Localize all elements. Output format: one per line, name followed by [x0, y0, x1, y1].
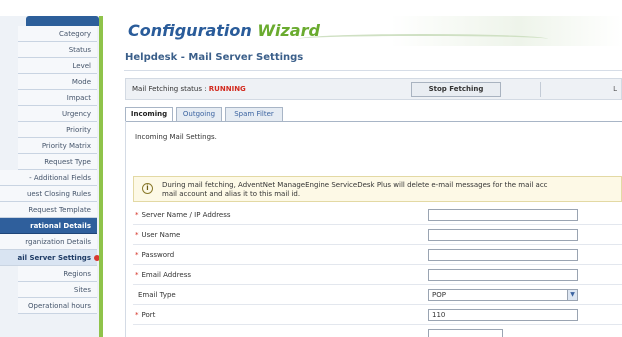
server-name-label: * Server Name / IP Address: [135, 211, 231, 219]
status-trailing-text: L: [613, 85, 617, 93]
sidebar-item-label: Operational hours: [28, 302, 91, 310]
sidebar-item-label: Priority: [66, 126, 91, 134]
status-divider: [540, 82, 541, 97]
sidebar-item-label: Level: [72, 62, 91, 70]
sidebar-item-priority-matrix[interactable]: Priority Matrix: [18, 138, 97, 154]
status-label: Mail Fetching status : RUNNING: [132, 85, 246, 93]
required-marker: *: [135, 311, 139, 319]
sidebar-item-impact[interactable]: Impact: [18, 90, 97, 106]
sidebar-header-tab: [26, 16, 99, 26]
tab-spam-filter[interactable]: Spam Filter: [225, 107, 283, 121]
info-text: During mail fetching, AdventNet ManageEn…: [162, 181, 548, 199]
info-notice: i During mail fetching, AdventNet Manage…: [133, 176, 622, 202]
required-marker: *: [135, 251, 139, 259]
status-badge: RUNNING: [208, 85, 246, 93]
sidebar-item-label: Priority Matrix: [41, 142, 91, 150]
sidebar-item-label: Status: [68, 46, 91, 54]
sidebar-item-label: rganization Details: [25, 238, 91, 246]
required-marker: *: [135, 211, 139, 219]
info-text-line: During mail fetching, AdventNet ManageEn…: [162, 181, 548, 189]
port-label: * Port: [135, 311, 155, 319]
field-label-text: Port: [141, 311, 156, 319]
sidebar-item-regions[interactable]: Regions: [18, 266, 97, 282]
sidebar-item-mail-server-settings[interactable]: ail Server Settings: [0, 250, 99, 266]
wizard-title: Configuration Wizard: [128, 21, 320, 40]
sidebar-item-label: ail Server Settings: [17, 254, 91, 262]
server-name-input[interactable]: [428, 209, 578, 221]
sidebar-item-organization-details[interactable]: rganization Details: [0, 234, 97, 250]
sidebar-item-request-closing-rules[interactable]: uest Closing Rules: [0, 186, 97, 202]
sidebar-item-request-type[interactable]: Request Type: [18, 154, 97, 170]
required-marker: *: [135, 231, 139, 239]
sidebar-item-urgency[interactable]: Urgency: [18, 106, 97, 122]
sidebar-item-priority[interactable]: Priority: [18, 122, 97, 138]
title-divider: [124, 70, 622, 71]
page-title: Helpdesk - Mail Server Settings: [125, 52, 304, 63]
field-label-text: User Name: [141, 231, 181, 239]
sidebar-item-request-template[interactable]: Request Template: [0, 202, 97, 218]
form-row-email-address: * Email Address: [133, 266, 622, 285]
sidebar-item-label: - Additional Fields: [29, 174, 91, 182]
stop-fetching-button[interactable]: Stop Fetching: [411, 82, 501, 97]
sidebar-item-level[interactable]: Level: [18, 58, 97, 74]
sidebar-item-label: Urgency: [61, 110, 91, 118]
password-label: * Password: [135, 251, 174, 259]
form-row-partial: [133, 326, 622, 337]
sidebar-item-mode[interactable]: Mode: [18, 74, 97, 90]
tab-outgoing[interactable]: Outgoing: [176, 107, 222, 121]
sidebar-section-label: rational Details: [30, 222, 91, 230]
sidebar-item-label: Request Type: [44, 158, 91, 166]
sidebar-item-category[interactable]: Category: [18, 26, 97, 42]
incoming-heading: Incoming Mail Settings.: [135, 133, 217, 141]
sidebar-item-label: Mode: [71, 78, 91, 86]
form-row-user-name: * User Name: [133, 226, 622, 245]
chevron-down-icon[interactable]: ▼: [567, 290, 577, 300]
tab-incoming[interactable]: Incoming: [125, 107, 173, 122]
email-address-label: * Email Address: [135, 271, 191, 279]
active-indicator-dot-icon: [94, 255, 99, 261]
form-row-port: * Port 110: [133, 306, 622, 325]
field-label-text: Email Address: [141, 271, 192, 279]
user-name-label: * User Name: [135, 231, 180, 239]
sidebar-item-label: uest Closing Rules: [26, 190, 91, 198]
email-address-input[interactable]: [428, 269, 578, 281]
sidebar-item-operational-hours[interactable]: Operational hours: [18, 298, 97, 314]
user-name-input[interactable]: [428, 229, 578, 241]
password-input[interactable]: [428, 249, 578, 261]
sidebar-item-status[interactable]: Status: [18, 42, 97, 58]
email-type-selected-value: POP: [432, 291, 446, 299]
sidebar-item-label: Regions: [63, 270, 91, 278]
sidebar-section-organizational-details[interactable]: rational Details: [0, 218, 97, 234]
info-icon: i: [142, 183, 153, 194]
field-label-text: Server Name / IP Address: [141, 211, 231, 219]
wizard-title-text: Configuration: [128, 21, 258, 40]
form-row-email-type: Email Type POP ▼: [133, 286, 622, 305]
info-text-line: mail account and alias it to this mail i…: [162, 190, 301, 198]
sidebar-item-label: Impact: [66, 94, 91, 102]
port-input[interactable]: 110: [428, 309, 578, 321]
email-type-select[interactable]: POP ▼: [428, 289, 578, 301]
wizard-header: Configuration Wizard: [108, 16, 622, 46]
email-type-label: Email Type: [135, 291, 176, 299]
partial-input[interactable]: [428, 329, 503, 337]
form-row-server-name: * Server Name / IP Address: [133, 206, 622, 225]
form-row-password: * Password: [133, 246, 622, 265]
sidebar-item-label: Category: [59, 30, 91, 38]
header-swoosh-decoration: [298, 34, 548, 44]
mail-fetching-status-bar: Mail Fetching status : RUNNING Stop Fetc…: [125, 78, 622, 100]
field-label-text: Password: [141, 251, 175, 259]
sidebar-item-sites[interactable]: Sites: [18, 282, 97, 298]
sidebar-item-label: Request Template: [28, 206, 91, 214]
status-label-text: Mail Fetching status :: [132, 85, 209, 93]
sidebar: Category Status Level Mode Impact Urgenc…: [0, 16, 103, 337]
field-label-text: Email Type: [138, 291, 176, 299]
sidebar-item-label: Sites: [73, 286, 91, 294]
required-marker: *: [135, 271, 139, 279]
sidebar-item-additional-fields[interactable]: - Additional Fields: [0, 170, 97, 186]
